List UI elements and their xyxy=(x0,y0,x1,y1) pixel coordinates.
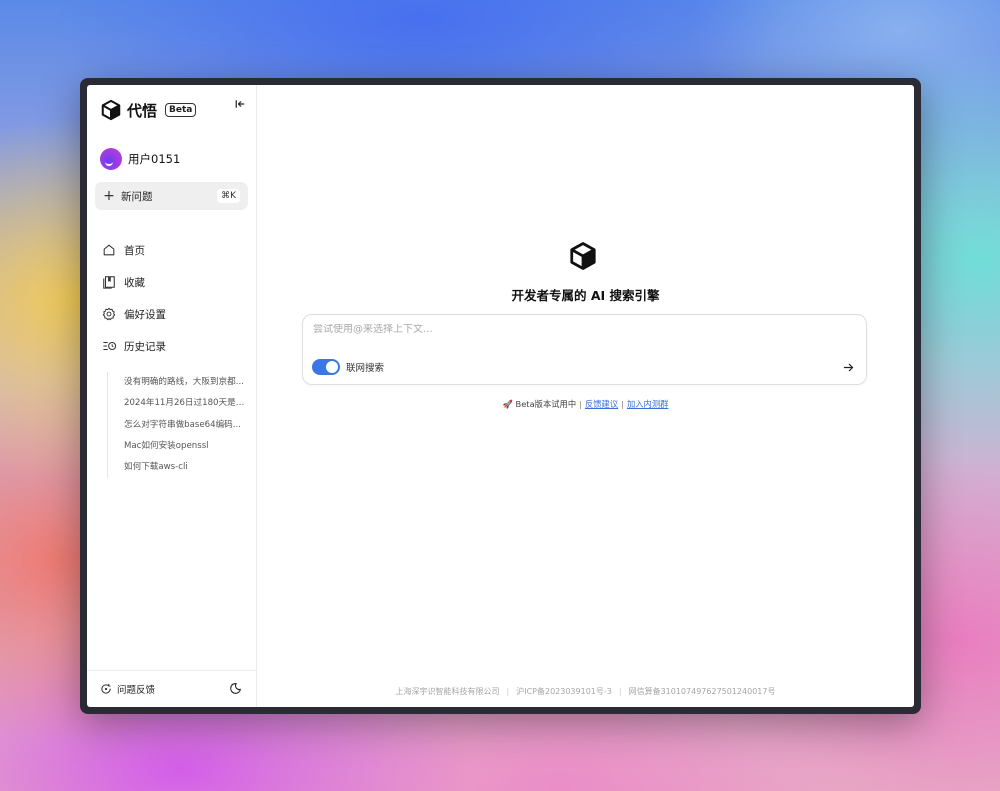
beta-note-text: 🚀 Beta版本试用中 xyxy=(502,399,577,409)
history-item[interactable]: Mac如何安装openssl xyxy=(124,436,248,457)
user-name: 用户0151 xyxy=(128,152,181,166)
algorithm-record: 网信算备310107497627501240017号 xyxy=(628,687,776,696)
beta-note: 🚀 Beta版本试用中 | 反馈建议 | 加入内测群 xyxy=(257,398,914,410)
history-item[interactable]: 2024年11月26日过180天是几... xyxy=(124,393,248,414)
theme-toggle-icon[interactable] xyxy=(229,682,243,696)
sidebar-item-preferences[interactable]: 偏好设置 xyxy=(87,298,256,330)
send-arrow-icon[interactable] xyxy=(842,361,856,375)
company-name: 上海深宇识智能科技有限公司 xyxy=(395,687,500,696)
separator: | xyxy=(621,399,624,409)
sidebar-item-favorites[interactable]: 收藏 xyxy=(87,266,256,298)
sidebar-item-label: 首页 xyxy=(124,244,145,257)
join-group-link[interactable]: 加入内测群 xyxy=(627,399,669,409)
cube-logo-icon xyxy=(568,240,598,272)
plus-icon: + xyxy=(103,188,115,204)
legal-footer: 上海深宇识智能科技有限公司 | 沪ICP备2023039101号-3 | 网信算备310… xyxy=(257,686,914,697)
sidebar-item-label: 收藏 xyxy=(124,276,145,289)
page-title: 开发者专属的 AI 搜索引擎 xyxy=(511,288,660,303)
history-item[interactable]: 怎么对字符串做base64编码... xyxy=(124,415,248,436)
avatar xyxy=(100,148,122,170)
bookmark-icon xyxy=(101,274,117,290)
web-search-row: 联网搜索 xyxy=(312,359,384,375)
sidebar: 代悟 Beta 用户0151 + 新问题 ⌘K 首页 收藏 偏好设置 历史记录 … xyxy=(87,85,257,707)
new-question-label: 新问题 xyxy=(121,190,153,203)
collapse-sidebar-icon[interactable] xyxy=(232,96,248,112)
history-item[interactable]: 没有明确的路线，大阪到京都... xyxy=(124,372,248,393)
sidebar-item-history[interactable]: 历史记录 xyxy=(87,330,256,362)
brand-name: 代悟 xyxy=(127,101,158,120)
gear-icon xyxy=(101,306,117,322)
shortcut-hint: ⌘K xyxy=(217,189,240,203)
app-window: 代悟 Beta 用户0151 + 新问题 ⌘K 首页 收藏 偏好设置 历史记录 … xyxy=(80,78,921,714)
sidebar-item-home[interactable]: 首页 xyxy=(87,234,256,266)
new-question-button[interactable]: + 新问题 ⌘K xyxy=(95,182,248,210)
history-list: 没有明确的路线，大阪到京都... 2024年11月26日过180天是几... 怎… xyxy=(107,372,256,479)
cube-logo-icon xyxy=(100,99,122,121)
beta-badge: Beta xyxy=(165,103,197,117)
home-icon xyxy=(101,242,117,258)
search-box: 联网搜索 xyxy=(302,314,867,385)
web-search-label: 联网搜索 xyxy=(346,363,385,374)
main-panel: 开发者专属的 AI 搜索引擎 联网搜索 🚀 Beta版本试用中|反馈建议|加入内… xyxy=(257,85,914,707)
history-icon xyxy=(101,338,117,354)
feedback-label: 问题反馈 xyxy=(117,685,156,696)
feedback-button[interactable]: 问题反馈 xyxy=(100,682,155,696)
feedback-suggestion-link[interactable]: 反馈建议 xyxy=(585,399,618,409)
separator: | xyxy=(579,399,582,409)
user-profile[interactable]: 用户0151 xyxy=(87,147,256,171)
feedback-icon xyxy=(100,683,112,695)
sidebar-nav: 首页 收藏 偏好设置 历史记录 xyxy=(87,234,256,362)
app-content: 代悟 Beta 用户0151 + 新问题 ⌘K 首页 收藏 偏好设置 历史记录 … xyxy=(87,85,914,707)
sidebar-item-label: 偏好设置 xyxy=(124,308,166,321)
separator: | xyxy=(506,687,510,696)
sidebar-footer: 问题反馈 xyxy=(87,670,256,707)
icp-record-link[interactable]: 沪ICP备2023039101号-3 xyxy=(516,687,612,696)
web-search-toggle[interactable] xyxy=(312,359,340,375)
brand[interactable]: 代悟 Beta xyxy=(87,89,256,127)
history-item[interactable]: 如何下载aws-cli xyxy=(124,457,248,478)
separator: | xyxy=(618,687,622,696)
sidebar-item-label: 历史记录 xyxy=(124,340,166,353)
search-input[interactable] xyxy=(313,324,833,335)
